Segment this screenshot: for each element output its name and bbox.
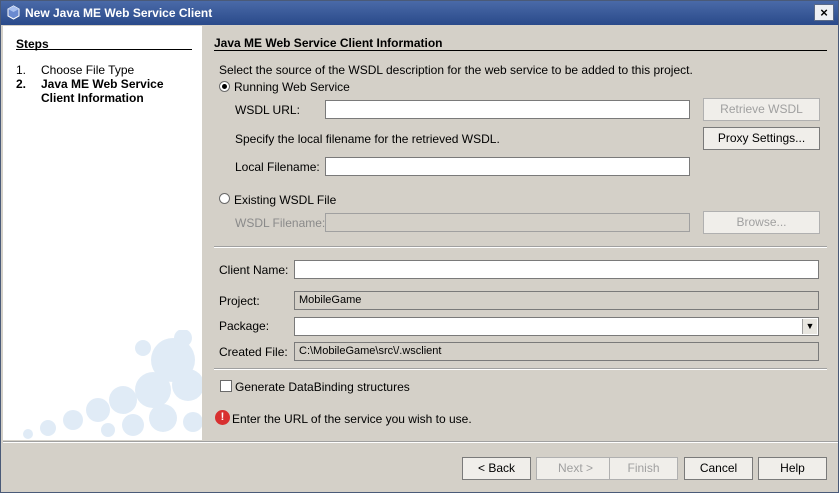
error-icon: ! [215,410,230,425]
section-separator [214,368,827,370]
close-icon[interactable]: × [814,4,834,21]
project-label: Project: [219,294,260,308]
client-name-input[interactable] [294,260,819,279]
java-cup-icon [7,5,20,20]
browse-button[interactable]: Browse... [703,211,820,234]
step-item-choose-file-type: 1. Choose File Type [16,63,134,77]
instruction-text: Select the source of the WSDL descriptio… [219,63,693,77]
window-title: New Java ME Web Service Client [25,6,213,20]
databinding-label[interactable]: Generate DataBinding structures [235,380,410,394]
footer-separator [3,441,838,443]
specify-filename-text: Specify the local filename for the retri… [235,132,500,146]
wsdl-filename-input[interactable] [325,213,690,232]
decorative-bubbles [23,330,202,439]
created-file-label: Created File: [219,345,288,359]
next-button[interactable]: Next > [536,457,615,480]
step-item-client-information: 2. Java ME Web Service Client Information [16,77,171,105]
error-message: Enter the URL of the service you wish to… [232,412,472,426]
steps-pane: Steps 1. Choose File Type 2. Java ME Web S… [3,26,202,440]
databinding-checkbox[interactable] [220,380,232,392]
local-filename-input[interactable] [325,157,690,176]
existing-wsdl-file-radio[interactable] [219,193,230,204]
back-button[interactable]: < Back [462,457,531,480]
step-number: 1. [16,63,27,77]
finish-button[interactable]: Finish [609,457,678,480]
client-name-label: Client Name: [219,263,289,277]
running-web-service-label[interactable]: Running Web Service [234,80,350,94]
existing-wsdl-file-label[interactable]: Existing WSDL File [234,193,336,207]
step-label: Choose File Type [41,63,135,77]
wizard-dialog: New Java ME Web Service Client × Steps 1… [0,0,839,493]
local-filename-label: Local Filename: [235,160,320,174]
step-number: 2. [16,77,27,91]
project-field: MobileGame [294,291,819,310]
cancel-button[interactable]: Cancel [684,457,753,480]
package-label: Package: [219,319,270,333]
title-bar[interactable]: New Java ME Web Service Client × [1,1,838,25]
help-button[interactable]: Help [758,457,827,480]
step-label: Java ME Web Service Client Information [41,77,164,105]
steps-divider [16,49,192,50]
proxy-settings-button[interactable]: Proxy Settings... [703,127,820,150]
panel-title-divider [214,50,827,51]
running-web-service-radio[interactable] [219,81,230,92]
wsdl-url-input[interactable] [325,100,690,119]
panel-title: Java ME Web Service Client Information [214,36,443,50]
wsdl-filename-label: WSDL Filename: [235,216,326,230]
section-separator [214,246,827,248]
package-combo[interactable]: ▼ [294,317,819,336]
created-file-field: C:\MobileGame\src\/.wsclient [294,342,819,361]
retrieve-wsdl-button[interactable]: Retrieve WSDL [703,98,820,121]
wsdl-url-label: WSDL URL: [235,103,300,117]
chevron-down-icon[interactable]: ▼ [802,319,817,334]
